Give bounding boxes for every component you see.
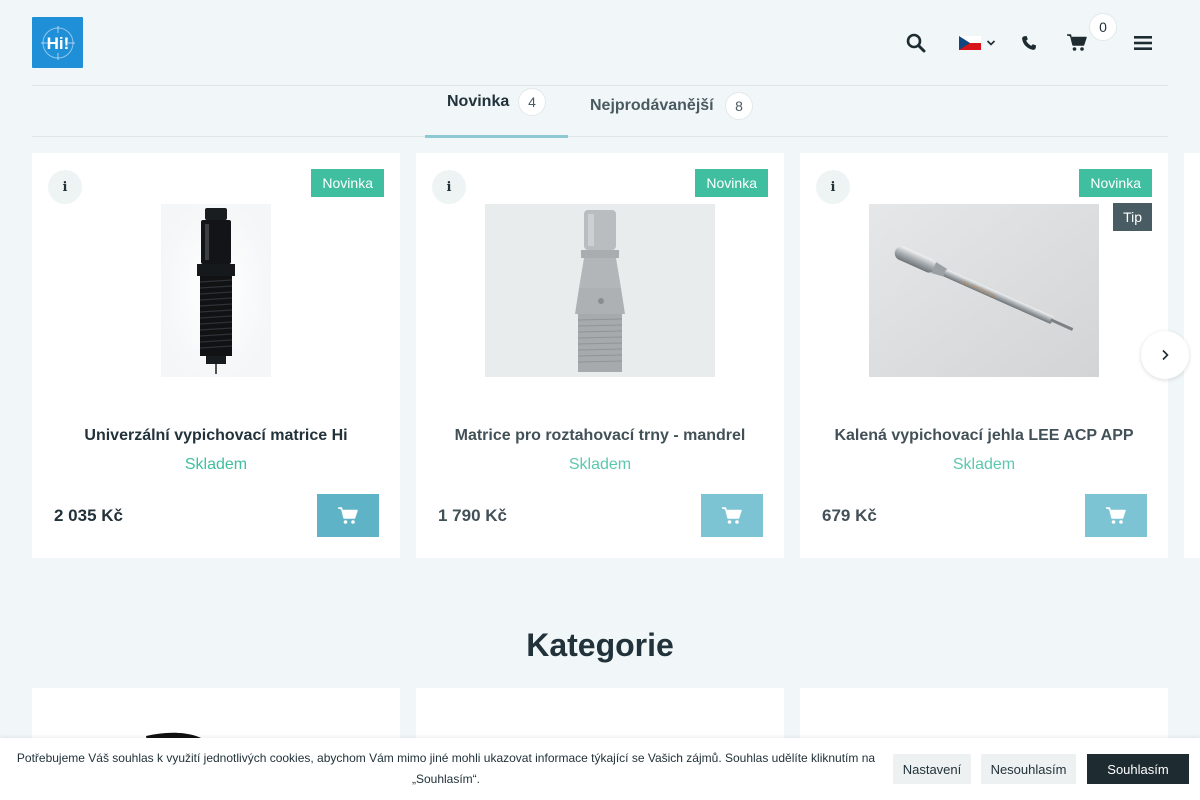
info-icon[interactable]: i <box>48 170 82 204</box>
badge-tip: Tip <box>1113 203 1152 231</box>
badge-new: Novinka <box>311 169 384 197</box>
cart-icon[interactable] <box>1066 30 1088 56</box>
menu-icon[interactable] <box>1132 30 1154 56</box>
logo-mark-icon: Hi! <box>40 25 75 60</box>
site-logo[interactable]: Hi! <box>32 17 83 68</box>
info-icon[interactable]: i <box>432 170 466 204</box>
product-card[interactable]: i Novinka Tip LEE PRECISION Kalená vypic… <box>800 153 1168 558</box>
stock-status: Skladem <box>952 456 1016 473</box>
tab-count-badge: 8 <box>725 92 753 120</box>
tab-nejprodavanejsi[interactable]: Nejprodávanější 8 <box>590 86 770 138</box>
add-to-cart-icon <box>338 506 358 524</box>
cookie-accept-button[interactable]: Souhlasím <box>1087 754 1189 784</box>
tab-label: Novinka <box>447 93 510 110</box>
badge-new: Novinka <box>695 169 768 197</box>
product-name[interactable]: Kalená vypichovací jehla LEE ACP APP <box>800 427 1168 445</box>
cookie-decline-button[interactable]: Nesouhlasím <box>981 754 1076 784</box>
cookie-banner: Potřebujeme Váš souhlas k využití jednot… <box>0 738 1200 800</box>
chevron-right-icon <box>1162 349 1169 361</box>
product-card[interactable]: i Novinka Univerzální vypichovací matric… <box>32 153 400 558</box>
stock-status: Skladem <box>568 456 632 473</box>
product-image[interactable] <box>485 204 715 377</box>
add-to-cart-button[interactable] <box>317 494 379 537</box>
tab-label: Nejprodávanější <box>590 97 714 114</box>
product-price: 2 035 Kč <box>54 506 123 525</box>
search-icon[interactable] <box>904 30 928 56</box>
product-image[interactable] <box>101 204 331 377</box>
language-selector[interactable] <box>956 30 998 56</box>
product-card[interactable]: i Novinka Matrice pro roztahovací trny -… <box>416 153 784 558</box>
product-price: 679 Kč <box>822 506 877 525</box>
add-to-cart-icon <box>1106 506 1126 524</box>
product-image[interactable]: LEE PRECISION <box>869 204 1099 377</box>
site-header: Hi! 0 <box>32 0 1168 86</box>
carousel-next-button[interactable] <box>1141 331 1189 379</box>
add-to-cart-button[interactable] <box>1085 494 1147 537</box>
product-name[interactable]: Matrice pro roztahovací trny - mandrel <box>416 427 784 445</box>
add-to-cart-icon <box>722 506 742 524</box>
phone-icon[interactable] <box>1018 30 1040 56</box>
cookie-settings-button[interactable]: Nastavení <box>893 754 971 784</box>
flag-cz-icon <box>958 36 981 50</box>
tab-count-badge: 4 <box>518 88 546 116</box>
chevron-down-icon <box>986 40 995 46</box>
stock-status: Skladem <box>184 456 248 473</box>
section-title: Kategorie <box>526 627 674 663</box>
badge-new: Novinka <box>1079 169 1152 197</box>
cookie-text: Potřebujeme Váš souhlas k využití jednot… <box>16 751 876 786</box>
product-name[interactable]: Univerzální vypichovací matrice Hi <box>32 427 400 445</box>
cart-count-badge[interactable]: 0 <box>1089 13 1117 41</box>
add-to-cart-button[interactable] <box>701 494 763 537</box>
svg-text:Hi!: Hi! <box>46 34 69 53</box>
product-tabs: Novinka 4 Nejprodávanější 8 <box>32 86 1168 138</box>
tab-novinka[interactable]: Novinka 4 <box>425 86 568 138</box>
info-icon[interactable]: i <box>816 170 850 204</box>
product-price: 1 790 Kč <box>438 506 507 525</box>
